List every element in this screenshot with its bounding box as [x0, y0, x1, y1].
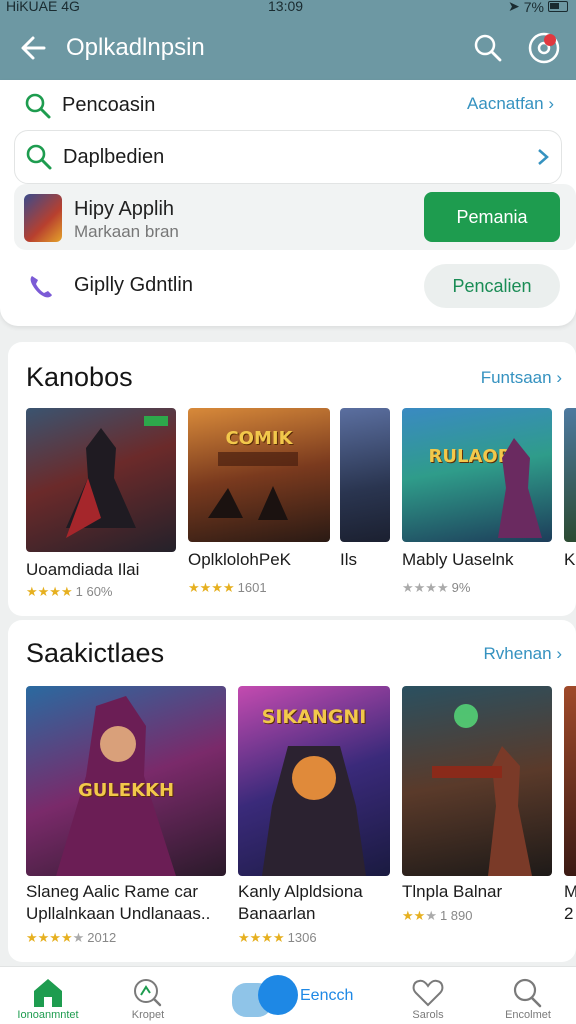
rating-stars: ★★★★ 9% — [402, 580, 471, 595]
chevron-right-icon: › — [548, 94, 554, 113]
game-artwork — [340, 408, 390, 542]
rating-stars: ★★★★ 1601 — [188, 580, 267, 595]
carrier-text: HiKUAE 4G — [6, 0, 80, 14]
suggestion-text: Giplly Gdntlin — [74, 274, 193, 296]
section-title: Kanobos — [26, 362, 133, 392]
game-name: OplklolohPeK — [188, 550, 292, 569]
app-bar: Oplkadlnpsin — [0, 16, 576, 80]
location-icon: ➤ — [508, 0, 520, 14]
search-icon — [513, 978, 542, 1008]
battery-icon — [548, 1, 568, 12]
nav-label-search-tab: Encolmet — [505, 1009, 551, 1021]
game-artwork: RULAORR — [402, 408, 552, 542]
game-name: Kanly Alpldsiona — [238, 882, 363, 901]
status-bar: HiKUAE 4G 13:09 ➤ 7% — [0, 0, 576, 16]
rating-value: 1 60% — [75, 584, 113, 599]
game-name: Uoamdiada Ilai — [26, 560, 140, 579]
suggestion-text: Pencoasin — [62, 94, 156, 116]
see-more-label: Funtsaan — [480, 368, 552, 387]
status-icons: ➤ 7% — [508, 0, 568, 15]
game-artwork: SIKANGNI — [238, 686, 390, 876]
nav-label-search: Eencch — [300, 987, 354, 1004]
game-name-line2: 2 — [564, 904, 574, 923]
game-artwork — [402, 686, 552, 876]
see-more-link[interactable]: Rvhenan › — [484, 644, 562, 664]
nav-label-home: Ionoanmntet — [17, 1009, 79, 1021]
game-name: M — [564, 882, 576, 901]
bottom-navigation: Ionoanmntet Kropet Eencch Sarols Encolme… — [0, 966, 576, 1024]
suggestion-row[interactable]: Daplbedien — [14, 130, 562, 184]
featured-section: Saakictlaes Rvhenan › GULEKKH Slaneg Aal… — [8, 620, 576, 962]
nav-label-favorites: Sarols — [412, 1009, 444, 1021]
rating-value: 2012 — [87, 930, 117, 945]
app-icon — [24, 194, 62, 242]
app-name: Hipy Applih — [74, 198, 175, 220]
suggestion-text: Daplbedien — [63, 146, 165, 168]
see-more-label: Rvhenan — [483, 644, 552, 663]
nav-item-home[interactable]: Ionoanmntet — [0, 967, 96, 1024]
nav-item-favorites[interactable]: Sarols — [380, 967, 476, 1024]
game-artwork — [564, 686, 576, 876]
rating-value: 1306 — [287, 930, 317, 945]
see-more-link[interactable]: Funtsaan › — [481, 368, 562, 388]
suggestion-link[interactable]: Aacnatfan › — [467, 94, 554, 114]
game-logo-text: GULEKKH — [77, 780, 175, 801]
game-name: Tlnpla Balnar — [402, 882, 503, 901]
rating-stars: ★★★ 1 890 — [402, 908, 473, 923]
game-artwork-figure — [66, 416, 168, 538]
rating-value: 9% — [451, 580, 471, 595]
game-artwork — [26, 408, 176, 552]
heart-icon — [412, 979, 444, 1007]
game-name: K — [564, 550, 576, 569]
rating-stars: ★★★★ 1306 — [238, 930, 317, 945]
search-icon[interactable] — [472, 32, 504, 64]
game-artwork: GULEKKH — [26, 686, 226, 876]
app-suggestion-row[interactable]: Hipy Applih Markaan bran Pemania — [14, 184, 576, 250]
game-name: Slaneg Aalic Rame car — [26, 882, 198, 901]
search-suggestions-panel: Pencoasin Aacnatfan › Daplbedien Hipy Ap… — [0, 80, 576, 326]
section-title: Saakictlaes — [26, 638, 165, 668]
back-arrow-icon[interactable] — [18, 32, 50, 64]
clock: 13:09 — [268, 0, 304, 14]
chat-bubble-icon — [258, 975, 298, 1015]
chevron-right-icon: › — [556, 368, 562, 387]
game-artwork-figure — [432, 704, 532, 876]
page-title: Oplkadlnpsin — [66, 34, 205, 61]
open-button[interactable]: Pencalien — [424, 264, 560, 308]
nav-label-explore: Kropet — [131, 1009, 165, 1021]
nav-item-search[interactable]: Eencch — [232, 973, 362, 1017]
battery-percent: 7% — [523, 0, 544, 15]
game-artwork — [564, 408, 576, 542]
game-name-line2: Upllalnkaan Undlanaas.. — [26, 904, 211, 923]
games-section: Kanobos Funtsaan › Uoamdiada Ilai ★★★★ 1 … — [8, 342, 576, 616]
suggestion-link-label: Aacnatfan — [467, 94, 544, 113]
phone-icon — [30, 276, 52, 298]
rating-value: 1601 — [237, 580, 267, 595]
app-subtitle: Markaan bran — [74, 222, 179, 241]
rating-value: 1 890 — [439, 908, 473, 923]
rating-stars: ★★★★★ 2012 — [26, 930, 117, 945]
game-artwork: COMIK — [188, 408, 330, 542]
install-button[interactable]: Pemania — [424, 192, 560, 242]
suggestion-row[interactable]: Pencoasin Aacnatfan › — [0, 80, 576, 130]
suggestion-row[interactable]: Giplly Gdntlin Pencalien — [0, 258, 576, 314]
chevron-right-icon — [538, 149, 549, 165]
explore-icon — [134, 979, 162, 1007]
search-icon — [25, 93, 51, 119]
chevron-right-icon: › — [556, 644, 562, 663]
search-icon — [26, 144, 52, 170]
game-name-line2: Banaarlan — [238, 904, 316, 923]
nav-item-explore[interactable]: Kropet — [100, 967, 196, 1024]
nav-item-search-tab[interactable]: Encolmet — [480, 967, 576, 1024]
game-artwork-figure — [498, 438, 542, 538]
notification-icon[interactable] — [526, 30, 562, 66]
game-name: Mably Uaselnk — [402, 550, 514, 569]
game-name: Ils — [340, 550, 357, 569]
home-icon — [34, 979, 62, 1007]
game-artwork-figure — [208, 452, 298, 520]
game-artwork-figure — [262, 746, 366, 876]
rating-stars: ★★★★ 1 60% — [26, 584, 113, 599]
